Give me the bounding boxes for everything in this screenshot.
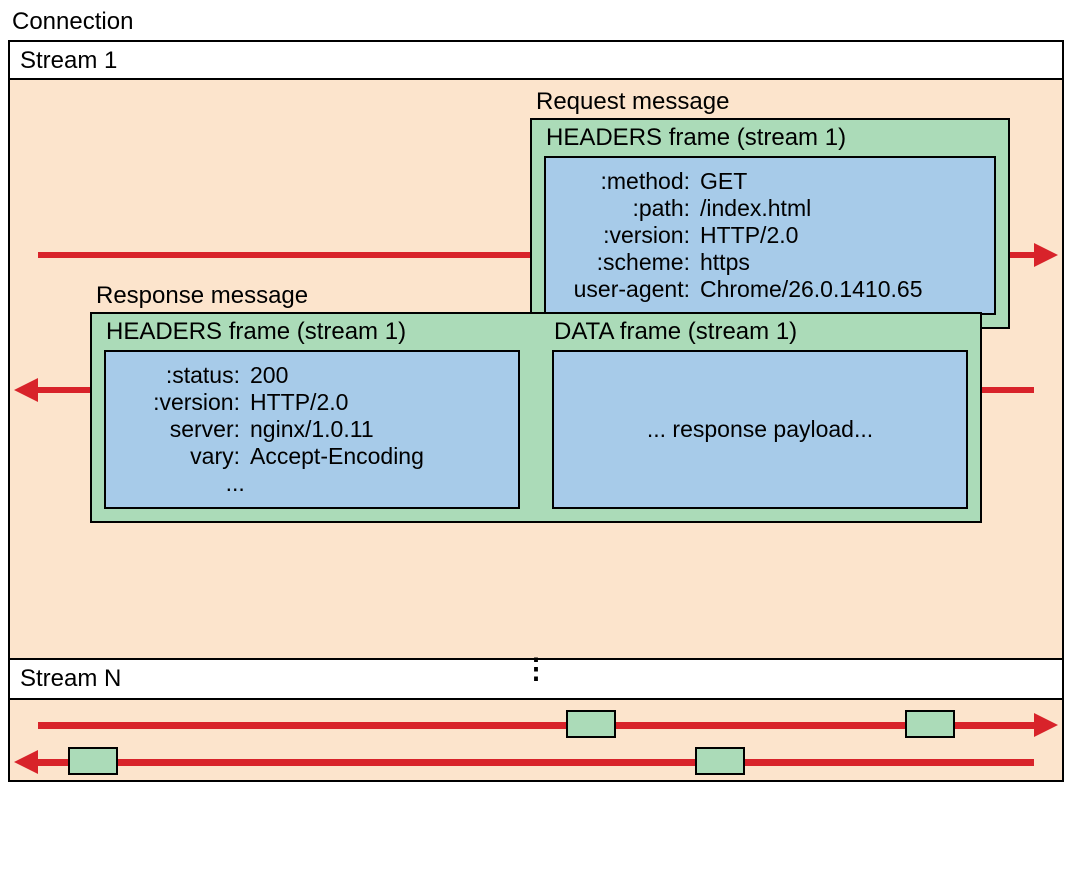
header-val: HTTP/2.0 — [250, 389, 504, 416]
header-val: https — [700, 249, 980, 276]
mini-frame-icon — [905, 710, 955, 738]
header-row: :method: GET — [560, 168, 980, 195]
stream-n-header: Stream N ⋮ — [10, 660, 1062, 700]
response-data-frame-body: ... response payload... — [552, 350, 968, 509]
header-key: :version: — [560, 222, 700, 249]
header-val: 200 — [250, 362, 504, 389]
response-headers-frame-body: :status: 200 :version: HTTP/2.0 server: … — [104, 350, 520, 509]
header-row: :status: 200 — [120, 362, 504, 389]
header-key: :status: — [120, 362, 250, 389]
response-message-label: Response message — [96, 282, 982, 310]
stream-n-arrow-left-icon — [38, 759, 1034, 766]
header-key: server: — [120, 416, 250, 443]
header-row: :version: HTTP/2.0 — [120, 389, 504, 416]
response-payload-text: ... response payload... — [647, 416, 873, 443]
mini-frame-icon — [695, 747, 745, 775]
header-val: nginx/1.0.11 — [250, 416, 504, 443]
request-message-label: Request message — [536, 88, 1010, 116]
mini-frame-icon — [566, 710, 616, 738]
stream-n-label: Stream N — [20, 665, 121, 692]
header-key: :method: — [560, 168, 700, 195]
header-key: :scheme: — [560, 249, 700, 276]
response-message-block: Response message HEADERS frame (stream 1… — [90, 282, 982, 523]
header-row: :scheme: https — [560, 249, 980, 276]
vertical-ellipsis-icon: ⋮ — [522, 662, 550, 676]
header-val: Accept-Encoding — [250, 443, 504, 470]
header-row: vary: Accept-Encoding — [120, 443, 504, 470]
header-row: :version: HTTP/2.0 — [560, 222, 980, 249]
stream-1-header: Stream 1 — [10, 42, 1062, 80]
header-row: server: nginx/1.0.11 — [120, 416, 504, 443]
header-val: GET — [700, 168, 980, 195]
stream-1-body: Request message HEADERS frame (stream 1)… — [10, 80, 1062, 660]
response-frame-group: HEADERS frame (stream 1) :status: 200 :v… — [90, 312, 982, 523]
response-data-frame-title: DATA frame (stream 1) — [554, 318, 968, 346]
header-key: vary: — [120, 443, 250, 470]
stream-n-arrow-right-icon — [38, 722, 1034, 729]
header-ellipsis: ... — [120, 470, 504, 497]
request-headers-frame-title: HEADERS frame (stream 1) — [546, 124, 996, 152]
connection-title: Connection — [12, 8, 1064, 36]
header-row: :path: /index.html — [560, 195, 980, 222]
header-key: :version: — [120, 389, 250, 416]
mini-frame-icon — [68, 747, 118, 775]
connection-box: Stream 1 Request message HEADERS frame (… — [8, 40, 1064, 782]
stream-n-body — [10, 700, 1062, 780]
header-val: /index.html — [700, 195, 980, 222]
header-key: :path: — [560, 195, 700, 222]
header-val: HTTP/2.0 — [700, 222, 980, 249]
response-headers-frame-title: HEADERS frame (stream 1) — [106, 318, 520, 346]
